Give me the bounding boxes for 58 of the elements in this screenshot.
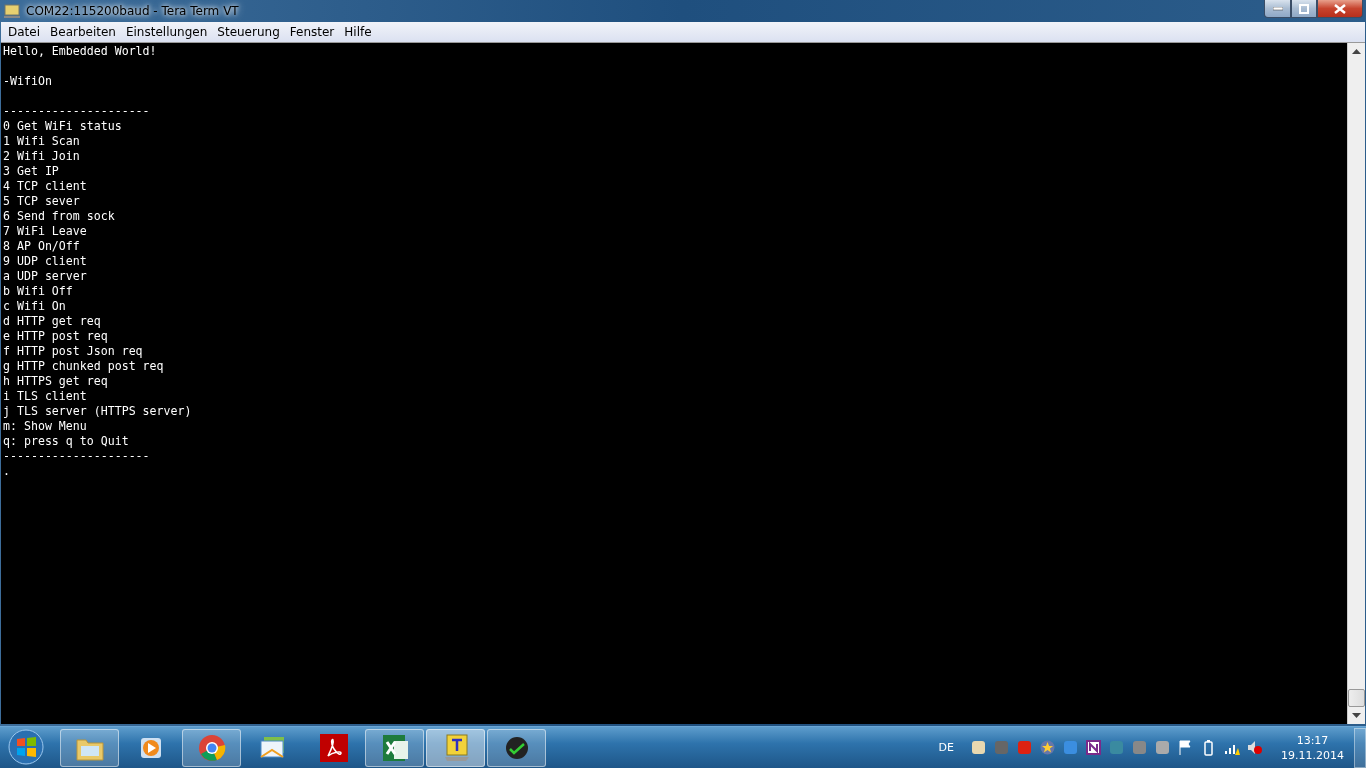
terminal-line: e HTTP post req (3, 329, 108, 344)
terminal-line: --------------------- (3, 449, 150, 464)
terminal-line: 9 UDP client (3, 254, 87, 269)
terminal-line: 8 AP On/Off (3, 239, 80, 254)
terminal-line: 0 Get WiFi status (3, 119, 122, 134)
restore-button[interactable] (1291, 0, 1317, 18)
terminal-line: 2 Wifi Join (3, 149, 80, 164)
menu-item[interactable]: Hilfe (339, 25, 377, 39)
terminal-line: 5 TCP sever (3, 194, 80, 209)
terminal-line: 4 TCP client (3, 179, 87, 194)
menu-item[interactable]: Einstellungen (120, 25, 213, 39)
terminal-line: . (3, 464, 10, 479)
terminal-line: a UDP server (3, 269, 87, 284)
window-title: COM22:115200baud - Tera Term VT (26, 4, 239, 18)
app-icon (4, 4, 20, 18)
menu-item[interactable]: Datei (3, 25, 45, 39)
browser-icon (196, 732, 227, 763)
terminal-line: 6 Send from sock (3, 209, 115, 224)
taskbar-button[interactable] (365, 728, 424, 767)
terminal-line: -WifiOn (3, 74, 52, 89)
taskbar-button[interactable] (487, 728, 546, 767)
document-icon (319, 733, 348, 762)
scroll-up-icon (1352, 49, 1361, 54)
start-button[interactable] (6, 727, 46, 768)
terminal-line: 1 Wifi Scan (3, 134, 80, 149)
menu-item[interactable]: Bearbeiten (45, 25, 121, 39)
close-button[interactable] (1317, 0, 1363, 18)
terminal-line: 7 WiFi Leave (3, 224, 87, 239)
note-icon[interactable] (1085, 739, 1102, 756)
terminal-line: j TLS server (HTTPS server) (3, 404, 192, 419)
terminal-line: 3 Get IP (3, 164, 59, 179)
terminal-line: Hello, Embedded World! (3, 44, 157, 59)
minimize-button[interactable] (1264, 0, 1291, 18)
scrollbar[interactable] (1347, 43, 1365, 724)
menu-item[interactable]: Steuerung (212, 25, 285, 39)
restore-icon (1299, 3, 1309, 14)
terminal-line: i TLS client (3, 389, 87, 404)
menu-item[interactable]: Fenster (284, 25, 340, 39)
terminal-line: q: press q to Quit (3, 434, 129, 449)
terminal-line: m: Show Menu (3, 419, 87, 434)
terminal-line: f HTTP post Json req (3, 344, 143, 359)
terminal-line: g HTTP chunked post req (3, 359, 164, 374)
close-icon (1334, 3, 1346, 14)
star-icon[interactable] (1039, 739, 1056, 756)
minimize-icon (1272, 6, 1283, 11)
terminal-line: c Wifi On (3, 299, 66, 314)
scroll-thumb[interactable] (1348, 689, 1365, 707)
terminal-line: b Wifi Off (3, 284, 73, 299)
terminal-line: h HTTPS get req (3, 374, 108, 389)
clock-date: 19.11.2014 (1281, 747, 1344, 763)
flag-icon[interactable] (1177, 739, 1194, 756)
terminal-line: d HTTP get req (3, 314, 101, 329)
language-indicator[interactable]: DE (938, 741, 954, 754)
terminal-line: --------------------- (3, 104, 150, 119)
show-desktop-button[interactable] (1354, 727, 1366, 768)
speaker-muted-icon[interactable] (1246, 739, 1263, 756)
scroll-down-icon (1352, 713, 1361, 718)
clock-time: 13:17 (1296, 732, 1329, 748)
